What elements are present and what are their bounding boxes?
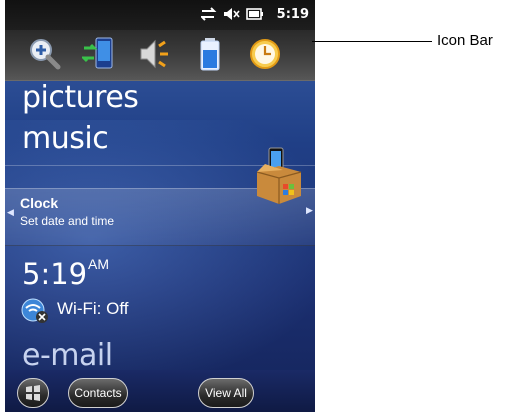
windows-logo-icon	[26, 385, 40, 401]
tile-pictures[interactable]: pictures	[22, 80, 139, 115]
volume-icon[interactable]	[137, 36, 171, 72]
start-button[interactable]	[17, 378, 49, 408]
status-time: 5:19	[276, 7, 309, 22]
device-screen: 5:19 pictures music ◀ ▶ Clock Set date a…	[5, 0, 315, 412]
data-sync-icon	[201, 7, 217, 21]
tile-music[interactable]: music	[22, 121, 109, 156]
callout-line	[312, 41, 432, 42]
getting-started-box-icon[interactable]	[253, 146, 305, 206]
time-display: 5:19	[22, 257, 88, 291]
battery-icon[interactable]	[193, 36, 227, 72]
view-all-button[interactable]: View All	[198, 378, 254, 408]
bottom-bar	[5, 370, 315, 412]
tile-email[interactable]: e-mail	[22, 338, 113, 373]
clock-subtitle: Set date and time	[20, 214, 115, 228]
volume-muted-icon	[224, 8, 240, 20]
time-ampm: AM	[88, 256, 109, 272]
clock-icon[interactable]	[248, 36, 282, 72]
zoom-icon[interactable]	[27, 36, 61, 72]
wifi-status[interactable]: Wi-Fi: Off	[57, 299, 128, 319]
battery-icon	[246, 8, 263, 20]
icon-bar	[5, 30, 315, 81]
clock-title: Clock	[20, 195, 59, 211]
callout-label: Icon Bar	[437, 32, 493, 49]
status-bar: 5:19	[5, 0, 315, 30]
connections-icon[interactable]	[82, 36, 116, 72]
contacts-button[interactable]: Contacts	[68, 378, 128, 408]
left-arrow-icon[interactable]: ◀	[7, 207, 14, 218]
wifi-off-icon[interactable]	[21, 298, 51, 324]
right-arrow-icon[interactable]: ▶	[306, 205, 313, 216]
